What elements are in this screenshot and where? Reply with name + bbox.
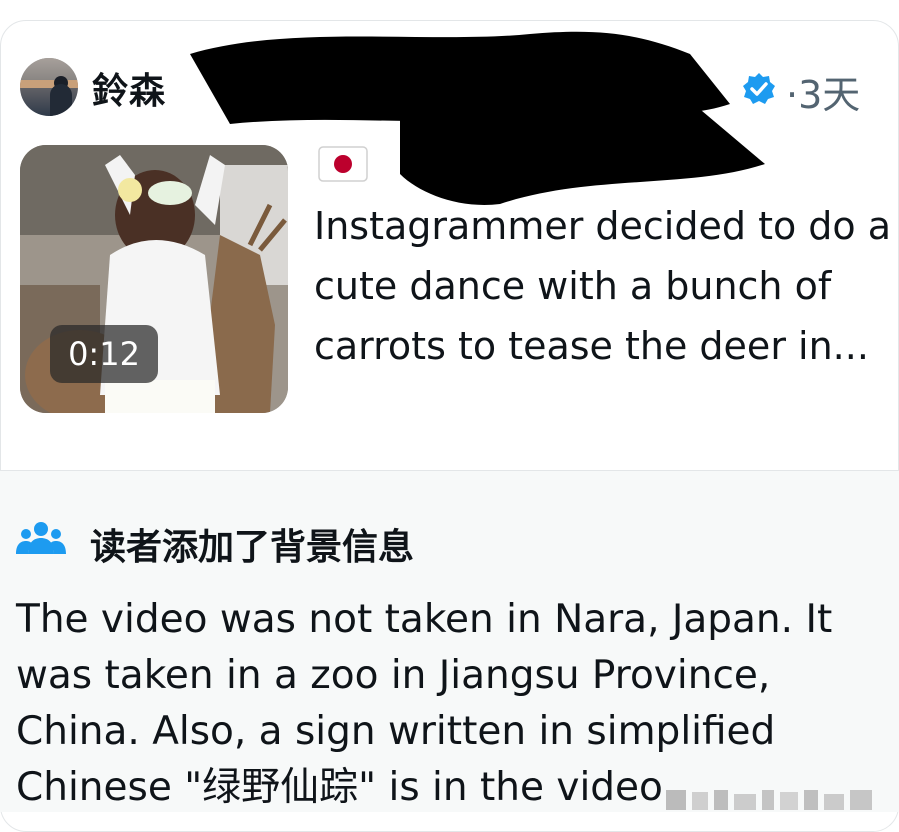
author-display-name[interactable]: 鈴森	[92, 62, 166, 114]
post-time[interactable]: ·3天	[786, 64, 860, 119]
avatar-sky	[20, 58, 78, 80]
avatar-figure	[50, 84, 72, 116]
watermark-logo	[666, 790, 872, 810]
video-duration-badge: 0:12	[50, 325, 158, 383]
people-group-icon	[16, 522, 66, 554]
community-note-body: The video was not taken in Nara, Japan. …	[16, 597, 833, 810]
tweet-text: Instagrammer decided to do a cute dance …	[314, 204, 892, 368]
author-avatar[interactable]	[20, 58, 78, 116]
redaction-scribble	[190, 31, 765, 205]
community-note-title: 读者添加了背景信息	[90, 527, 415, 568]
